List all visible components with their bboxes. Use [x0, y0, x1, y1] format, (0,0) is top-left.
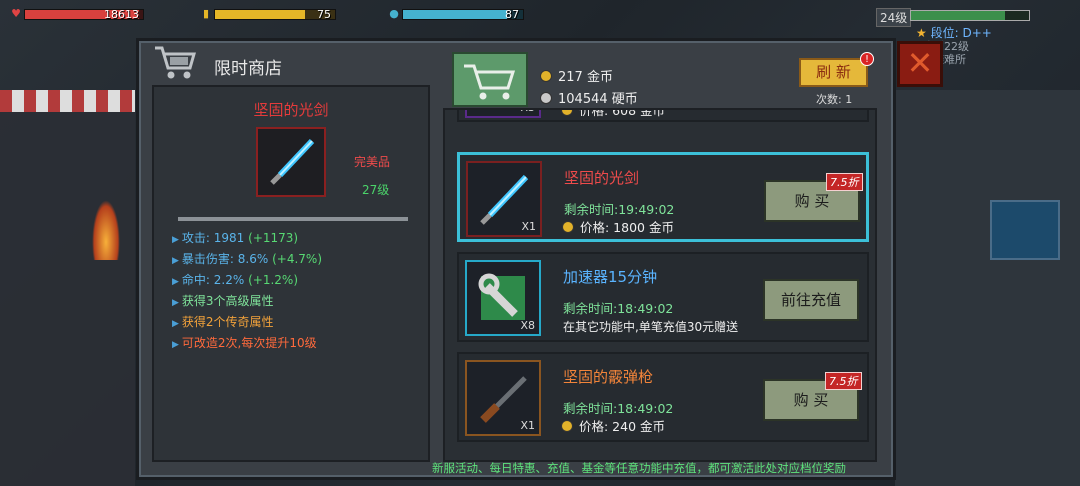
list-item-accelerator[interactable]: X8 加速器15分钟 剩余时间:18:49:02 在其它功能中,单笔充值30元赠…	[457, 252, 869, 342]
silver-coin-icon	[540, 91, 552, 104]
bullet-icon: ▶	[172, 277, 179, 287]
go-recharge-button[interactable]: 前往充值	[763, 279, 859, 321]
item-thumbnail: X1	[466, 161, 542, 237]
xp-bar	[910, 10, 1030, 21]
item-timer: 剩余时间:19:49:02	[564, 202, 675, 217]
stat-line: ▶ 可改造2次,每次提升10级	[172, 334, 322, 355]
stat-line: ▶ 攻击: 1981 (+1173)	[172, 229, 322, 250]
battery-icon: ▮	[202, 7, 210, 20]
stat-bonus: (+1173)	[248, 231, 299, 245]
bullet-icon: ▶	[172, 319, 179, 329]
stat-text: 获得2个传奇属性	[181, 315, 274, 329]
discount-badge: 7.5折	[825, 372, 862, 390]
coin-balance: 104544 硬币	[540, 88, 638, 107]
stat-text: 攻击: 1981	[181, 231, 249, 245]
list-item-partial[interactable]: X3 价格: 608 金币	[457, 110, 869, 122]
rank-label[interactable]: ★ 段位: D++	[916, 24, 992, 41]
recharge-hint: 新服活动、每日特惠、充值、基金等任意功能中充值，都可激活此处对应档位奖励	[432, 461, 846, 475]
player-level: 24级	[876, 8, 912, 27]
item-thumbnail: X1	[465, 360, 541, 436]
item-quality: 完美品	[354, 155, 391, 169]
list-item-shotgun[interactable]: X1 坚固的霰弹枪 剩余时间:18:49:02 价格: 240 金币 购 买 7…	[457, 352, 869, 442]
gold-coin-icon	[561, 110, 573, 116]
hp-bar-group: ♥ 18613	[10, 6, 144, 22]
refresh-count: 次数: 1	[816, 93, 853, 106]
stat-bonus: (+1.2%)	[248, 273, 298, 287]
heart-icon: ♥	[11, 7, 21, 20]
discount-badge: 7.5折	[826, 173, 863, 191]
item-stats: ▶ 攻击: 1981 (+1173) ▶ 暴击伤害: 8.6% (+4.7%) ▶ 命中:…	[172, 229, 322, 355]
hp-bar: 18613	[24, 7, 144, 21]
gold-coin-icon	[540, 69, 552, 82]
shop-tab[interactable]	[452, 52, 528, 107]
water-value: 87	[505, 7, 519, 21]
item-timer: 剩余时间:18:49:02	[563, 301, 674, 316]
close-button[interactable]: ✕	[897, 41, 943, 87]
stat-line: ▶ 获得2个传奇属性	[172, 313, 322, 334]
stat-text: 获得3个高级属性	[181, 294, 274, 308]
item-name: 加速器15分钟	[563, 268, 658, 286]
stat-text: 可改造2次,每次提升10级	[181, 336, 317, 350]
lightsaber-icon	[270, 138, 315, 185]
star-icon: ★	[916, 26, 927, 40]
bullet-icon: ▶	[172, 235, 179, 245]
energy-bar-group: ▮ 75	[200, 6, 336, 22]
divider	[178, 217, 408, 221]
alert-icon: !	[860, 52, 874, 66]
item-name: 坚固的光剑	[564, 169, 640, 187]
shop-item-list[interactable]: X3 价格: 608 金币 X1 坚固的光剑 剩余时间:19:49:02 价格:…	[443, 108, 877, 462]
bullet-icon: ▶	[172, 340, 179, 350]
stat-line: ▶ 获得3个高级属性	[172, 292, 322, 313]
item-timer: 剩余时间:18:49:02	[563, 401, 674, 416]
stat-text: 暴击伤害: 8.6%	[181, 252, 273, 266]
building-left	[0, 90, 135, 486]
energy-bar: 75	[214, 7, 336, 21]
item-note: 在其它功能中,单笔充值30元赠送	[563, 320, 739, 334]
gold-coin-icon	[562, 220, 574, 233]
stat-line: ▶ 暴击伤害: 8.6% (+4.7%)	[172, 250, 322, 271]
bullet-icon: ▶	[172, 256, 179, 266]
awning	[0, 90, 135, 112]
monitor-icon	[990, 200, 1060, 260]
water-bar: 87	[402, 7, 524, 21]
refresh-button[interactable]: 刷 新	[799, 58, 868, 87]
item-detail-panel: 坚固的光剑 完美品 27级 ▶ 攻击: 1981 (+1173) ▶ 暴击伤害: 8.…	[152, 85, 430, 462]
energy-value: 75	[317, 7, 331, 21]
shopping-cart-icon	[464, 64, 516, 100]
item-price: 价格: 240 金币	[561, 416, 665, 435]
building-right	[895, 90, 1080, 486]
stat-line: ▶ 命中: 2.2% (+1.2%)	[172, 271, 322, 292]
gold-balance: 217 金币	[540, 66, 613, 85]
fire-icon	[92, 200, 120, 260]
shop-title: 限时商店	[214, 59, 282, 79]
stat-bonus: (+4.7%)	[272, 252, 322, 266]
item-thumbnail: X3	[465, 110, 541, 118]
bullet-icon: ▶	[172, 298, 179, 308]
water-drop-icon: ●	[389, 7, 399, 20]
stat-text: 命中: 2.2%	[181, 273, 249, 287]
item-level: 27级	[362, 183, 390, 197]
water-bar-group: ● 87	[388, 6, 524, 22]
hp-value: 18613	[104, 7, 139, 21]
gold-coin-icon	[561, 419, 573, 432]
shopping-cart-icon	[155, 46, 196, 79]
item-price: 价格: 1800 金币	[562, 217, 674, 236]
item-price: 价格: 608 金币	[561, 110, 665, 119]
list-item-lightsaber[interactable]: X1 坚固的光剑 剩余时间:19:49:02 价格: 1800 金币 购 买 7…	[457, 152, 869, 242]
item-thumbnail: X8	[465, 260, 541, 336]
item-preview	[256, 127, 326, 197]
item-name: 坚固的霰弹枪	[563, 368, 654, 386]
item-name: 坚固的光剑	[253, 101, 329, 119]
